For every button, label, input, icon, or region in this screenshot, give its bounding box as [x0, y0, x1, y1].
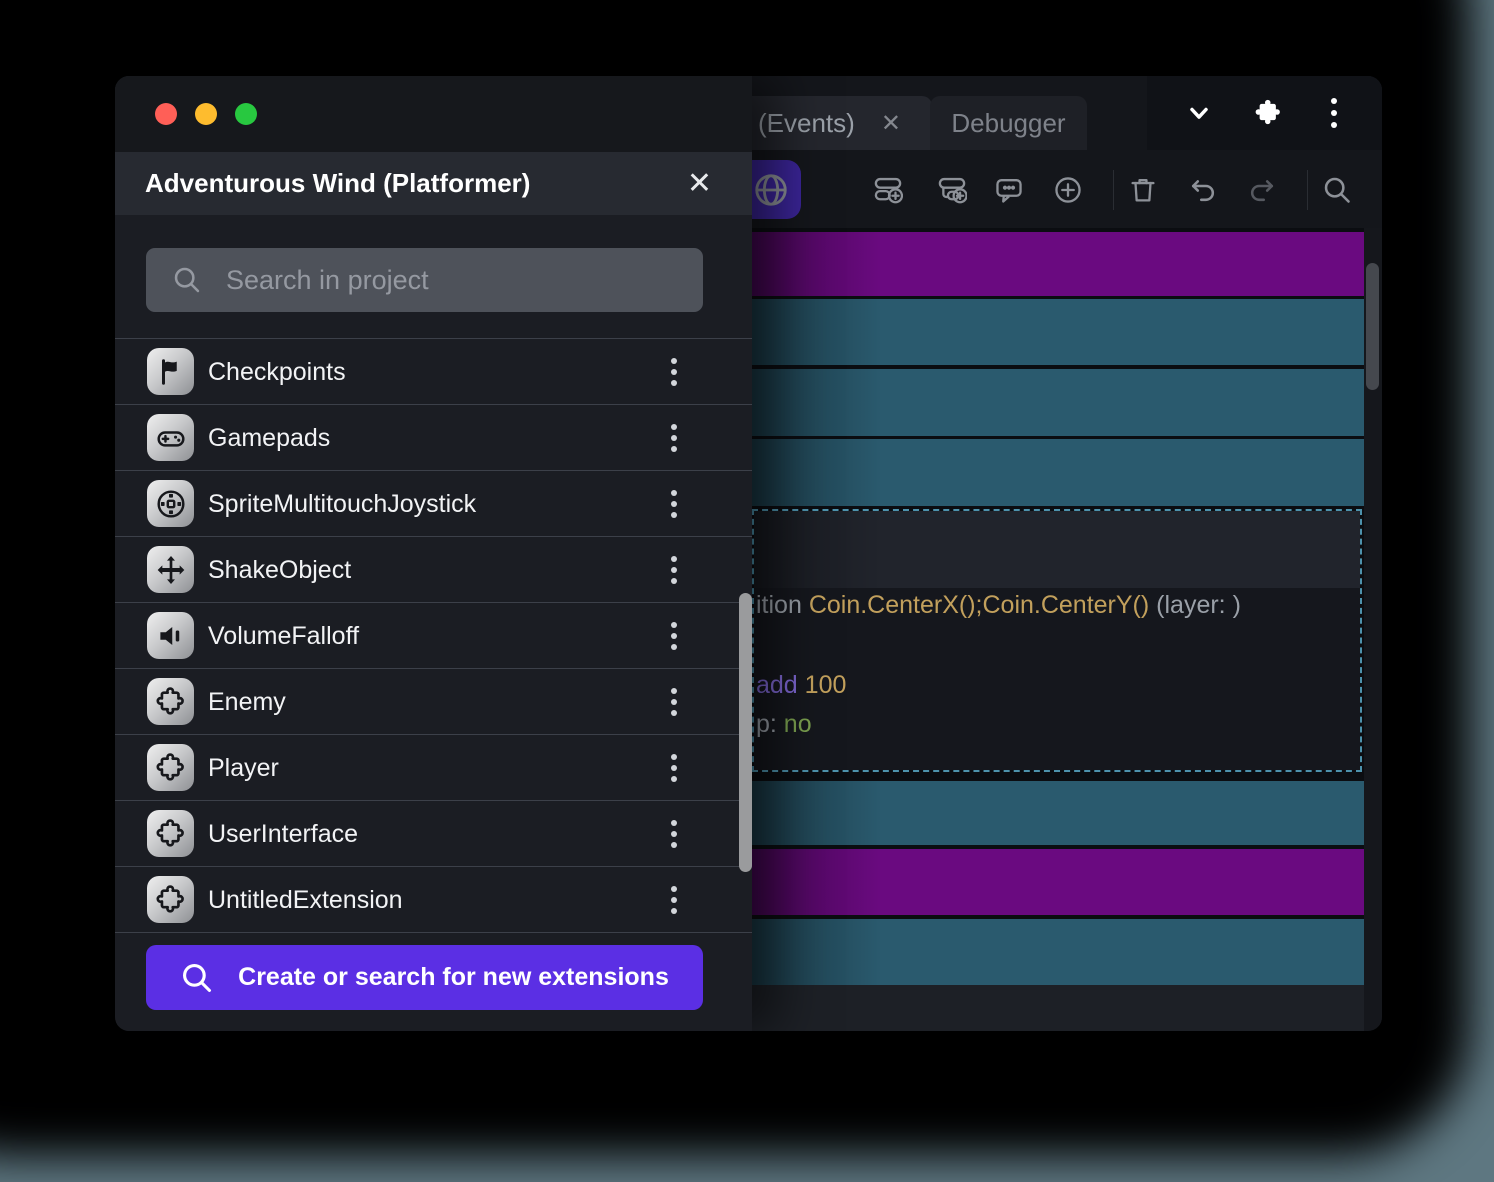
dialog-scrollbar-thumb[interactable]: [739, 593, 752, 872]
puzzle-icon: [147, 678, 194, 725]
event-action-text: ition Coin.CenterX();Coin.CenterY() (lay…: [756, 591, 1241, 620]
tab-bar: (Events) ✕ Debugger: [752, 76, 1382, 150]
extension-list-item[interactable]: Gamepads: [115, 404, 752, 471]
create-extension-button[interactable]: Create or search for new extensions: [146, 945, 703, 1010]
dialog-titlebar: [115, 76, 752, 152]
events-sheet-footer: [752, 985, 1364, 1031]
events-editor-region: (Events) ✕ Debugger: [752, 76, 1382, 1031]
event-row[interactable]: [752, 439, 1364, 506]
search-icon: [172, 265, 202, 295]
puzzle-extension-icon[interactable]: [1253, 98, 1283, 128]
add-other-icon[interactable]: [1053, 175, 1083, 205]
extension-name: Enemy: [208, 669, 286, 735]
toolbar-divider: [1307, 170, 1308, 210]
puzzle-icon: [147, 876, 194, 923]
tab-debugger[interactable]: Debugger: [930, 96, 1087, 150]
globe-toggle-button[interactable]: [752, 160, 801, 219]
extension-list-item[interactable]: ShakeObject: [115, 536, 752, 603]
move-arrows-icon: [147, 546, 194, 593]
extension-list-item[interactable]: SpriteMultitouchJoystick: [115, 470, 752, 537]
puzzle-icon: [147, 810, 194, 857]
extension-name: UntitledExtension: [208, 867, 403, 933]
delete-icon[interactable]: [1128, 175, 1158, 205]
list-divider: [115, 932, 752, 933]
event-row[interactable]: [752, 299, 1364, 365]
extension-name: Gamepads: [208, 405, 330, 471]
extension-name: Player: [208, 735, 279, 801]
tab-close-icon[interactable]: ✕: [881, 109, 901, 138]
event-action-text: add 100: [756, 671, 846, 700]
kebab-menu-icon[interactable]: [664, 483, 684, 525]
extension-name: ShakeObject: [208, 537, 351, 603]
redo-icon[interactable]: [1247, 175, 1277, 205]
extension-list-item[interactable]: Player: [115, 734, 752, 801]
tabbar-controls: [1147, 76, 1382, 150]
tab-events-label: (Events): [758, 108, 855, 139]
events-scrollbar[interactable]: [1364, 228, 1382, 1031]
extension-list-item[interactable]: VolumeFalloff: [115, 602, 752, 669]
app-window: (Events) ✕ Debugger: [115, 76, 1382, 1031]
extension-name: VolumeFalloff: [208, 603, 359, 669]
flag-icon: [147, 348, 194, 395]
traffic-light-zoom-icon[interactable]: [235, 103, 257, 125]
kebab-menu-icon[interactable]: [1324, 92, 1344, 134]
event-conditions-area[interactable]: [754, 511, 1360, 588]
traffic-light-minimize-icon[interactable]: [195, 103, 217, 125]
event-row[interactable]: [752, 232, 1364, 296]
toolbar-divider: [1113, 170, 1114, 210]
extensions-dialog: Adventurous Wind (Platformer) ✕ Checkpoi…: [115, 76, 752, 1031]
undo-icon[interactable]: [1188, 175, 1218, 205]
add-sub-event-icon[interactable]: [937, 175, 967, 205]
events-scrollbar-thumb[interactable]: [1366, 263, 1379, 390]
selected-event-row[interactable]: ition Coin.CenterX();Coin.CenterY() (lay…: [752, 509, 1362, 772]
kebab-menu-icon[interactable]: [664, 351, 684, 393]
extension-list-item[interactable]: Enemy: [115, 668, 752, 735]
extension-name: UserInterface: [208, 801, 358, 867]
event-row[interactable]: [752, 849, 1364, 915]
extension-name: Checkpoints: [208, 339, 346, 405]
kebab-menu-icon[interactable]: [664, 813, 684, 855]
search-icon: [180, 961, 214, 995]
events-sheet: ition Coin.CenterX();Coin.CenterY() (lay…: [752, 228, 1382, 1031]
kebab-menu-icon[interactable]: [664, 681, 684, 723]
kebab-menu-icon[interactable]: [664, 879, 684, 921]
tab-events[interactable]: (Events) ✕: [752, 96, 932, 150]
chevron-down-icon[interactable]: [1185, 99, 1213, 127]
add-event-icon[interactable]: [873, 175, 903, 205]
events-toolbar: [752, 150, 1382, 228]
dialog-title: Adventurous Wind (Platformer): [145, 168, 687, 199]
add-comment-icon[interactable]: [994, 175, 1024, 205]
kebab-menu-icon[interactable]: [664, 615, 684, 657]
speaker-icon: [147, 612, 194, 659]
event-row[interactable]: [752, 781, 1364, 845]
kebab-menu-icon[interactable]: [664, 417, 684, 459]
event-action-text: p: no: [756, 710, 812, 739]
screenshot-root: (Events) ✕ Debugger: [0, 0, 1494, 1182]
extension-list-item[interactable]: UntitledExtension: [115, 866, 752, 933]
extension-name: SpriteMultitouchJoystick: [208, 471, 476, 537]
project-search-field[interactable]: [146, 248, 703, 312]
close-icon[interactable]: ✕: [687, 169, 712, 199]
gamepad-icon: [147, 414, 194, 461]
event-row[interactable]: [752, 919, 1364, 985]
dialog-header: Adventurous Wind (Platformer) ✕: [115, 152, 752, 215]
kebab-menu-icon[interactable]: [664, 747, 684, 789]
kebab-menu-icon[interactable]: [664, 549, 684, 591]
create-extension-label: Create or search for new extensions: [238, 963, 669, 992]
search-input[interactable]: [224, 264, 658, 297]
extension-list-item[interactable]: Checkpoints: [115, 338, 752, 405]
traffic-light-close-icon[interactable]: [155, 103, 177, 125]
puzzle-icon: [147, 744, 194, 791]
extension-list-item[interactable]: UserInterface: [115, 800, 752, 867]
tab-debugger-label: Debugger: [951, 108, 1065, 139]
search-events-icon[interactable]: [1322, 175, 1352, 205]
joystick-icon: [147, 480, 194, 527]
event-row[interactable]: [752, 369, 1364, 436]
